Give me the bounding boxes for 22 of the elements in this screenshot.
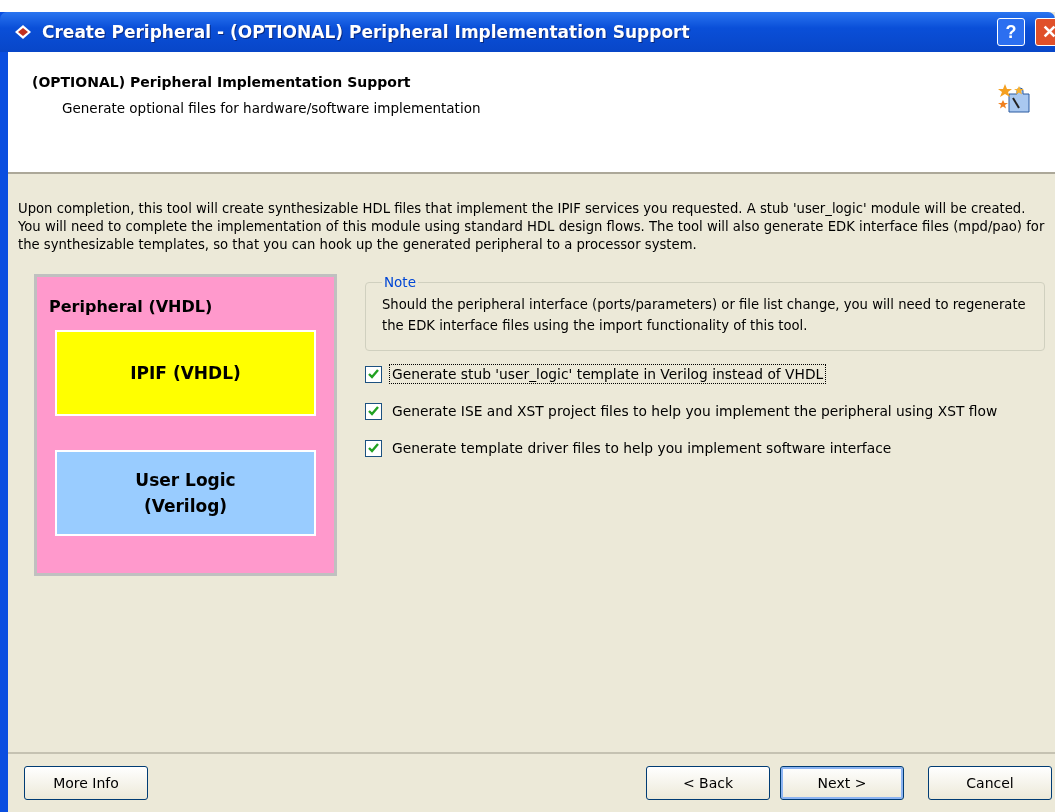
diagram-title: Peripheral (VHDL) (49, 297, 214, 316)
help-button[interactable]: ? (997, 18, 1025, 46)
diagram-block: IPIF (VHDL) (55, 330, 316, 416)
note-legend: Note (382, 274, 418, 290)
page-heading: (OPTIONAL) Peripheral Implementation Support (32, 74, 412, 90)
window-title: Create Peripheral - (OPTIONAL) Peripheral Implementation Support (42, 22, 691, 42)
description-text: Upon completion, this tool will create synthesizable HDL files that implement the IPIF services you requested. A stub 'user_logic' module will be created. You will need to complete the implementation of this module using standard HDL design flows. The tool will also generate EDK interface files (mpd/pao) for the synthesizable templates, so that you can hook up the generated peripheral to a processor system. (18, 200, 1046, 254)
checkbox-label[interactable]: Generate template driver files to help you implement software interface (390, 439, 894, 457)
checkbox-label[interactable]: Generate stub 'user_logic' template in Verilog instead of VHDL (390, 365, 826, 383)
page-subtitle: Generate optional files for hardware/software implementation (61, 100, 482, 116)
close-button[interactable]: ✕ (1035, 18, 1055, 46)
app-logo-icon (14, 24, 32, 40)
checkbox-label[interactable]: Generate ISE and XST project files to help you implement the peripheral using XST flow (390, 402, 1000, 420)
dialog-button[interactable]: Next > (780, 766, 904, 800)
dialog-button[interactable]: More Info (24, 766, 148, 800)
dialog-button[interactable]: Cancel (928, 766, 1052, 800)
dialog-button[interactable]: < Back (646, 766, 770, 800)
diagram-block: User Logic (Verilog) (55, 450, 316, 536)
checkbox[interactable] (365, 439, 382, 457)
checkbox[interactable] (365, 402, 382, 420)
checkbox[interactable] (365, 365, 382, 383)
note-text: Should the peripheral interface (ports/parameters) or file list change, you will need to regenerate the EDK interface files using the import functionality of this tool. (382, 296, 1027, 335)
